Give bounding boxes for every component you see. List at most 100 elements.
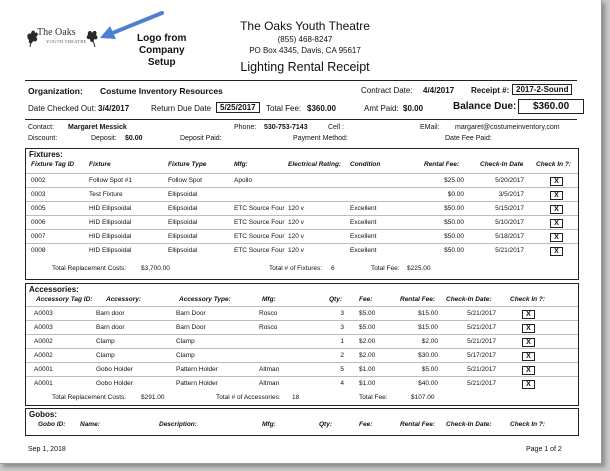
amt-paid-label: Amt Paid: — [364, 104, 399, 113]
table-row: 0005 HID Ellipsoidal Ellipsoidal ETC Sou… — [26, 201, 578, 216]
accessories-header: Mfg: — [262, 296, 276, 303]
checkin-checkbox[interactable]: X — [522, 338, 535, 347]
total-fee-label: Total Fee: — [266, 104, 302, 113]
deposit-label: Deposit: — [91, 135, 117, 142]
fixtures-replacement-label: Total Replacement Costs: — [52, 265, 127, 272]
org-label: Organization: — [28, 86, 83, 96]
contract-label: Contract Date: — [361, 86, 413, 95]
cell-checkin: 5/21/2017 — [467, 380, 496, 387]
gobos-title: Gobos: — [29, 410, 57, 419]
table-row: 0006 HID Ellipsoidal Ellipsoidal ETC Sou… — [26, 215, 578, 230]
cell-label: Cell : — [328, 124, 344, 131]
accessories-header: Accessory Tag ID: — [36, 296, 93, 303]
fixtures-header: Check In ?: — [536, 161, 572, 168]
cell-checkin: 5/10/2017 — [495, 219, 524, 226]
cell-type: Ellipsoidal — [168, 247, 198, 254]
logo-annotation: Logo from Company Setup — [137, 33, 187, 68]
balance-value: $360.00 — [518, 99, 585, 114]
gobos-header: Rental Fee: — [400, 421, 436, 428]
phone-value: 530-753-7143 — [264, 124, 308, 131]
accessories-header: Check In ?: — [510, 296, 546, 303]
accessories-count-value: 18 — [292, 394, 300, 401]
cell-checkin: 5/18/2017 — [495, 233, 524, 240]
table-row: A0001 Gobo Holder Pattern Holder Altman … — [26, 362, 578, 377]
cell-qty: 5 — [340, 366, 344, 373]
payment-method-label: Payment Method: — [293, 135, 348, 142]
cell-mfg: ETC Source Four — [234, 247, 285, 254]
theatre-phone: (855) 468-8247 — [277, 35, 333, 44]
cell-condition: Excellent — [350, 219, 377, 226]
cell-tag: 0002 — [31, 177, 46, 184]
cell-mfg: Rosco — [259, 324, 278, 331]
gobos-header: Check-In Date: — [446, 421, 492, 428]
cell-fixture: HID Ellipsoidal — [89, 219, 132, 226]
cell-condition: Excellent — [350, 233, 377, 240]
accessories-count-label: Total # of Accessories: — [216, 394, 281, 401]
table-row: A0001 Gobo Holder Pattern Holder Altman … — [26, 376, 578, 391]
checkin-checkbox[interactable]: X — [550, 177, 563, 186]
checkin-checkbox[interactable]: X — [522, 352, 535, 361]
cell-fee: $50.00 — [444, 233, 464, 240]
cell-mfg: Altman — [259, 366, 280, 373]
accessories-title: Accessories: — [29, 285, 79, 294]
fixtures-title: Fixtures: — [29, 150, 63, 159]
cell-rating: 120 v — [288, 219, 304, 226]
cell-condition: Excellent — [350, 205, 377, 212]
cell-fee: $2.00 — [359, 338, 376, 345]
table-row: A0003 Barn door Barn Door Rosco 3 $5.00 … — [26, 306, 578, 321]
cell-tag: A0002 — [34, 338, 53, 345]
cell-fee: $50.00 — [444, 219, 464, 226]
cell-checkin: 3/5/2017 — [498, 191, 524, 198]
cell-fee: $25.00 — [444, 177, 464, 184]
gobos-header: Fee: — [359, 421, 373, 428]
cell-fee: $1.00 — [359, 366, 376, 373]
checkin-checkbox[interactable]: X — [522, 366, 535, 375]
cell-rental-fee: $15.00 — [418, 310, 438, 317]
cell-rental-fee: $40.00 — [418, 380, 438, 387]
contact-value: Margaret Messick — [68, 124, 127, 131]
cell-checkin: 5/21/2017 — [467, 310, 496, 317]
cell-type: Ellipsoidal — [168, 191, 198, 198]
fixtures-fee-value: $225.00 — [407, 265, 431, 272]
date-fee-paid-label: Date Fee Paid: — [445, 135, 492, 142]
cell-rating: 120 v — [288, 247, 304, 254]
gobos-header: Check In ?: — [510, 421, 546, 428]
footer-page-number: Page 1 of 2 — [526, 446, 562, 453]
cell-accessory: Barn door — [96, 324, 125, 331]
gobos-header: Qty: — [319, 421, 332, 428]
cell-accessory: Gobo Holder — [96, 366, 133, 373]
checkin-checkbox[interactable]: X — [550, 247, 563, 256]
checkin-checkbox[interactable]: X — [522, 324, 535, 333]
checkin-checkbox[interactable]: X — [550, 219, 563, 228]
cell-checkin: 5/21/2017 — [467, 338, 496, 345]
logo-name: The Oaks — [37, 27, 76, 38]
checkin-checkbox[interactable]: X — [522, 310, 535, 319]
table-row: A0002 Clamp Clamp 2 $2.00 $30.00 5/17/20… — [26, 348, 578, 363]
cell-fee: $5.00 — [359, 310, 376, 317]
cell-mfg: Altman — [259, 380, 280, 387]
cell-tag: 0008 — [31, 247, 46, 254]
fixtures-fee-label: Total Fee: — [371, 265, 400, 272]
cell-type: Follow Spot — [168, 177, 202, 184]
cell-fee: $5.00 — [359, 324, 376, 331]
cell-fee: $0.00 — [447, 191, 464, 198]
checkin-checkbox[interactable]: X — [550, 233, 563, 242]
phone-label: Phone: — [234, 124, 257, 131]
return-due-label: Return Due Date — [151, 104, 212, 113]
accessories-header: Fee: — [359, 296, 373, 303]
cell-fixture: Follow Spot #1 — [89, 177, 132, 184]
cell-tag: 0007 — [31, 233, 46, 240]
checked-out-label: Date Checked Out: — [28, 104, 97, 113]
checkin-checkbox[interactable]: X — [550, 205, 563, 214]
email-label: EMail: — [420, 124, 440, 131]
footer-date: Sep 1, 2018 — [28, 446, 66, 453]
checkin-checkbox[interactable]: X — [550, 191, 563, 200]
cell-rental-fee: $5.00 — [421, 366, 438, 373]
page-title: Lighting Rental Receipt — [240, 60, 370, 74]
cell-fee: $2.00 — [359, 352, 376, 359]
cell-condition: Excellent — [350, 247, 377, 254]
cell-accessory: Clamp — [96, 338, 115, 345]
report-page: The Oaks YOUTH THEATRE Logo from Company… — [0, 0, 602, 464]
checkin-checkbox[interactable]: X — [522, 380, 535, 389]
cell-type: Pattern Holder — [176, 366, 218, 373]
